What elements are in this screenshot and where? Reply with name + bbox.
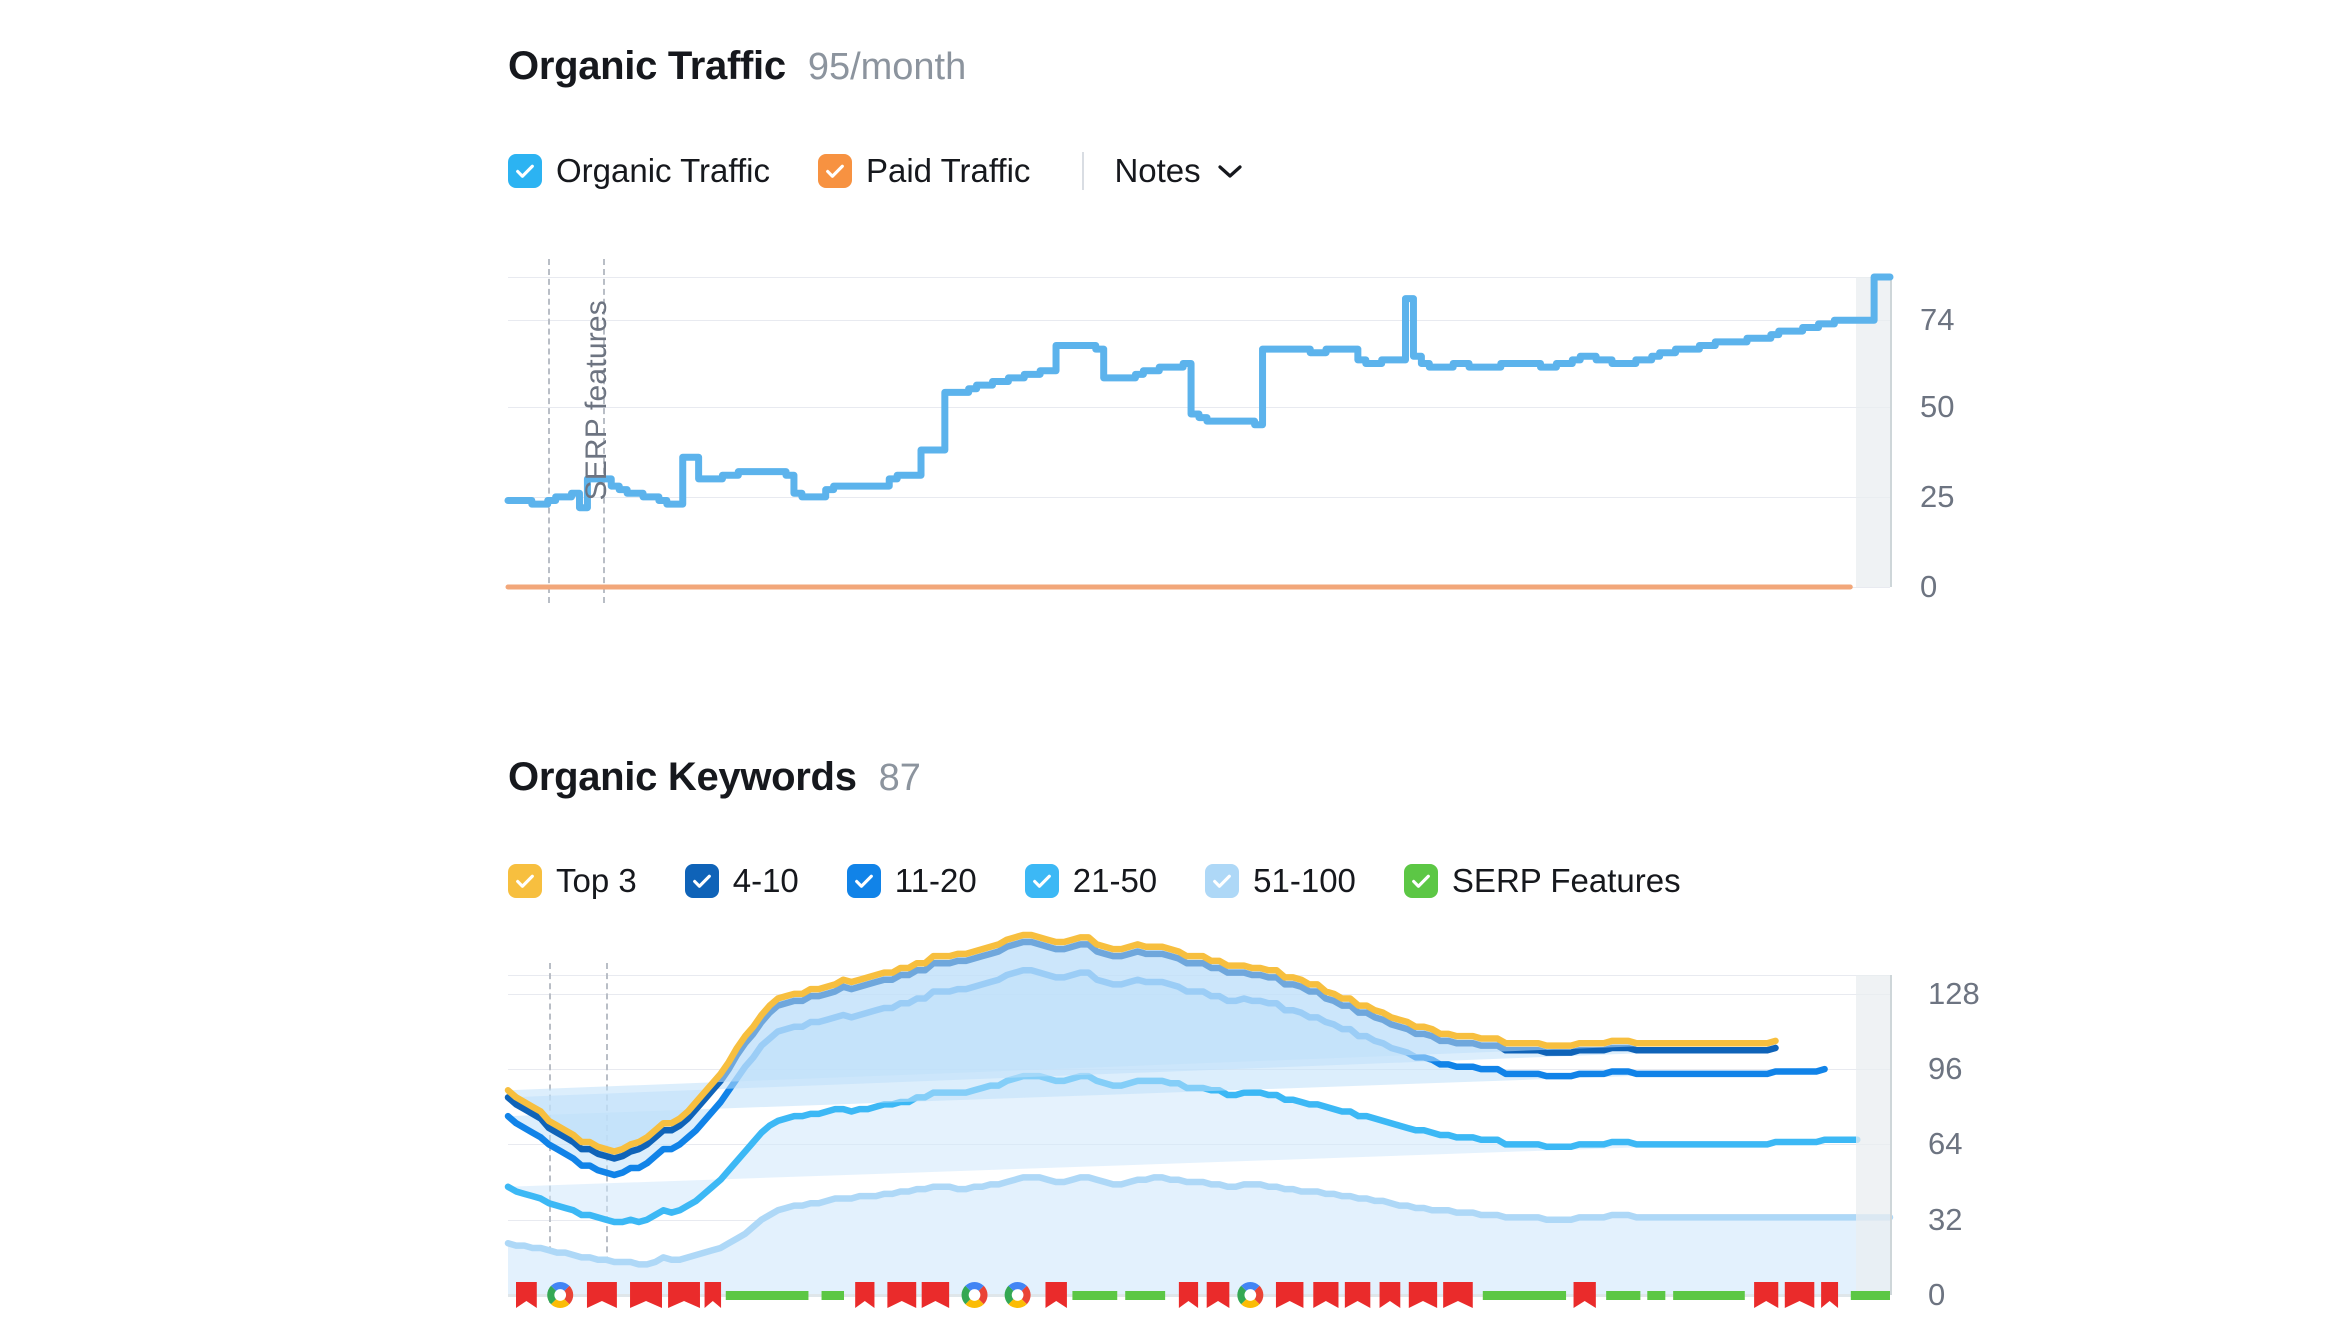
checkbox-21-50[interactable] [1024, 864, 1059, 898]
legend-item-21-50[interactable]: 21-50 [1024, 862, 1158, 900]
legend-item-top-3[interactable]: Top 3 [508, 862, 637, 900]
chevron-down-icon [1218, 165, 1242, 178]
checkbox-4-10[interactable] [684, 864, 719, 898]
legend-item-11-20[interactable]: 11-20 [846, 862, 977, 900]
organic-keywords-header: Organic Keywords 87 [0, 755, 921, 800]
legend-item-51-100[interactable]: 51-100 [1205, 862, 1356, 900]
legend-item-serp-features[interactable]: SERP Features [1403, 862, 1681, 900]
notes-label: Notes [1114, 152, 1201, 189]
legend-divider [1082, 152, 1085, 190]
check-icon [1032, 874, 1051, 888]
y-axis-tick: 96 [1928, 1051, 1963, 1087]
checkbox-paid-traffic[interactable] [817, 154, 852, 188]
current-period-edge [1890, 277, 1892, 587]
checkbox-serp-features[interactable] [1403, 864, 1438, 898]
organic-traffic-legend: Organic Traffic Paid Traffic Notes [0, 152, 1243, 190]
legend-item-paid-traffic[interactable]: Paid Traffic [817, 152, 1031, 190]
y-axis-tick: 25 [1920, 478, 1955, 514]
checkbox-top-3[interactable] [508, 864, 542, 898]
traffic-plot-area [504, 259, 1894, 603]
legend-item-organic-traffic[interactable]: Organic Traffic [508, 152, 770, 190]
y-axis-tick: 74 [1920, 302, 1955, 338]
check-icon [1412, 874, 1430, 888]
serp-features-annotation: SERP features [580, 300, 613, 501]
serp-features-strip[interactable] [508, 1280, 1901, 1314]
legend-label-21-50: 21-50 [1072, 862, 1158, 899]
checkbox-11-20[interactable] [846, 864, 881, 898]
notes-dropdown[interactable]: Notes [1114, 152, 1242, 190]
check-icon [516, 874, 534, 888]
keywords-title: Organic Keywords [508, 755, 857, 799]
legend-label-11-20: 11-20 [894, 862, 977, 899]
check-icon [1213, 874, 1232, 888]
check-icon [692, 874, 711, 888]
y-axis-tick: 0 [1920, 569, 1938, 604]
check-icon [516, 164, 534, 178]
organic-traffic-header: Organic Traffic 95/month [0, 44, 966, 89]
check-icon [826, 164, 844, 178]
legend-label-top-3: Top 3 [556, 862, 637, 899]
organic-keywords-value: 87 [878, 757, 921, 799]
organic-keywords-legend: Top 3 4-10 11-20 21-50 51-100 SERP Featu… [0, 862, 1729, 900]
keywords-areas [504, 931, 1894, 1295]
traffic-lines [504, 273, 1894, 590]
y-axis-tick: 128 [1928, 975, 1980, 1011]
keywords-plot-area [504, 931, 1894, 1303]
checkbox-51-100[interactable] [1205, 864, 1240, 898]
y-axis-tick: 64 [1928, 1126, 1963, 1162]
page-title: Organic Traffic [508, 44, 786, 88]
legend-item-4-10[interactable]: 4-10 [684, 862, 799, 900]
legend-label-serp-features: SERP Features [1451, 862, 1681, 899]
current-period-edge [1890, 975, 1892, 1295]
y-axis-tick: 50 [1920, 388, 1955, 424]
checkbox-organic-traffic[interactable] [508, 154, 542, 188]
check-icon [854, 874, 873, 888]
legend-label-51-100: 51-100 [1253, 862, 1356, 899]
current-period-band [1856, 975, 1890, 1295]
legend-label-organic-traffic: Organic Traffic [556, 152, 770, 189]
serp-feature-markers[interactable] [508, 1280, 1901, 1314]
legend-label-4-10: 4-10 [732, 862, 799, 899]
organic-traffic-value: 95/month [807, 46, 967, 88]
y-axis-tick: 0 [1928, 1277, 1946, 1312]
y-axis-tick: 32 [1928, 1201, 1963, 1237]
legend-label-paid-traffic: Paid Traffic [865, 152, 1031, 189]
